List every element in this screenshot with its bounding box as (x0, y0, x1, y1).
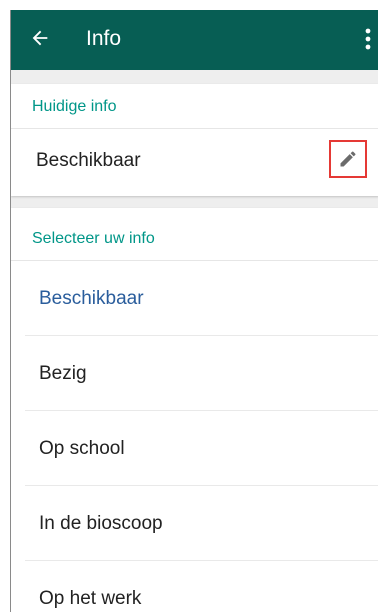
status-option-label: Op het werk (39, 588, 142, 609)
status-option-label: Op school (39, 438, 125, 459)
status-option-label: Bezig (39, 363, 87, 384)
status-option-beschikbaar[interactable]: Beschikbaar (11, 261, 378, 336)
more-vert-icon (365, 28, 371, 50)
app-bar: Info (11, 10, 378, 70)
pencil-icon (340, 151, 356, 167)
screen: Info Huidige info Beschikbaar Selecteer … (10, 10, 378, 612)
back-button[interactable] (29, 27, 51, 49)
status-option-in-de-bioscoop[interactable]: In de bioscoop (11, 486, 378, 561)
status-option-op-school[interactable]: Op school (11, 411, 378, 486)
select-info-heading: Selecteer uw info (32, 230, 155, 247)
status-option-label: In de bioscoop (39, 513, 163, 534)
current-info-card: Huidige info Beschikbaar (11, 84, 378, 196)
status-option-bezig[interactable]: Bezig (11, 336, 378, 411)
page-title: Info (86, 27, 122, 50)
status-option-label: Beschikbaar (39, 288, 144, 309)
arrow-left-icon (32, 30, 48, 46)
edit-status-button[interactable] (329, 140, 367, 178)
divider (11, 128, 378, 129)
status-option-op-het-werk[interactable]: Op het werk (11, 561, 378, 612)
current-status-text[interactable]: Beschikbaar (36, 149, 141, 173)
current-info-heading: Huidige info (32, 98, 117, 115)
select-info-card: Selecteer uw info Beschikbaar Bezig Op s… (11, 208, 378, 612)
more-options-button[interactable] (361, 26, 375, 52)
